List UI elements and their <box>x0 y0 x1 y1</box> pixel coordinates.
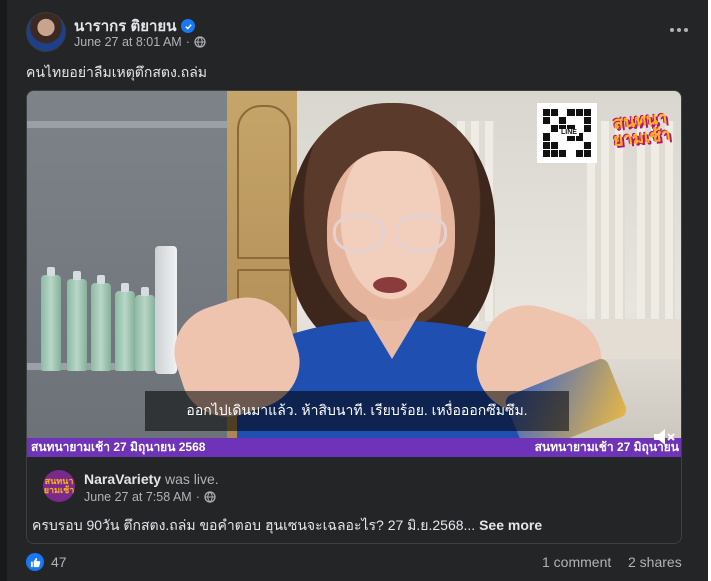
shares-link[interactable]: 2 shares <box>628 554 682 570</box>
live-description: ครบรอบ 90วัน ตึกสตง.ถล่ม ขอคำตอบ ฮุนเซนจ… <box>32 515 542 537</box>
video-bottle <box>135 287 155 371</box>
comments-link[interactable]: 1 comment <box>542 554 611 570</box>
video-player[interactable]: LINE สนทนา ยามเช้า ออกไปเดินมาแล้ว. ห้าส… <box>27 91 681 457</box>
page-avatar[interactable]: สนทนา ยามเช้า <box>43 470 75 502</box>
shared-live-post[interactable]: LINE สนทนา ยามเช้า ออกไปเดินมาแล้ว. ห้าส… <box>26 90 682 544</box>
post-card: นารากร ติยายน June 27 at 8:01 AM · คนไทย… <box>7 0 708 581</box>
post-caption: คนไทยอย่าลืมเหตุตึกสตง.ถล่ม <box>26 64 208 80</box>
post-meta: June 27 at 8:01 AM · <box>74 35 206 49</box>
subtitle-text: ออกไปเดินมาแล้ว. ห้าสิบนาที. เรียบร้อย. … <box>186 402 528 418</box>
live-timestamp[interactable]: June 27 at 7:58 AM <box>84 490 192 504</box>
post-header: นารากร ติยายน June 27 at 8:01 AM · <box>26 12 696 54</box>
live-headline: NaraVariety was live. <box>84 471 219 487</box>
live-meta: June 27 at 7:58 AM · <box>84 490 216 504</box>
like-icon[interactable] <box>26 553 44 571</box>
see-more-link[interactable]: See more <box>479 517 542 533</box>
page-edge <box>0 0 7 581</box>
verified-badge-icon <box>181 19 196 33</box>
meta-separator: · <box>185 35 190 49</box>
video-bottle <box>41 267 61 371</box>
show-logo-text: สนทนา ยามเช้า <box>612 108 672 150</box>
video-bottle <box>115 283 135 371</box>
post-footer: 47 1 comment 2 shares <box>26 552 690 574</box>
show-logo: สนทนา ยามเช้า <box>604 98 677 161</box>
meta-separator: · <box>195 490 200 504</box>
more-options-icon[interactable] <box>666 20 692 40</box>
author-avatar[interactable] <box>26 12 66 52</box>
video-bottle <box>91 275 111 371</box>
globe-icon <box>194 36 206 48</box>
reaction-count[interactable]: 47 <box>51 554 67 570</box>
post-timestamp[interactable]: June 27 at 8:01 AM <box>74 35 182 49</box>
video-ticker: สนทนายามเช้า 27 มิถุนายน 2568 สนทนายามเช… <box>27 438 681 457</box>
page-avatar-text: สนทนา ยามเช้า <box>43 476 75 495</box>
live-info: สนทนา ยามเช้า NaraVariety was live. June… <box>27 457 681 543</box>
video-glasses-left <box>333 215 385 253</box>
video-person-mouth <box>373 277 407 293</box>
ticker-text-left: สนทนายามเช้า 27 มิถุนายน 2568 <box>31 440 206 454</box>
qr-line-label: LINE <box>559 129 579 136</box>
video-shelf <box>27 121 227 128</box>
video-subtitle: ออกไปเดินมาแล้ว. ห้าสิบนาที. เรียบร้อย. … <box>145 391 569 431</box>
volume-muted-icon[interactable] <box>651 425 677 449</box>
globe-icon <box>204 491 216 503</box>
live-description-text: ครบรอบ 90วัน ตึกสตง.ถล่ม ขอคำตอบ ฮุนเซนจ… <box>32 517 480 533</box>
live-status: was live. <box>164 471 219 487</box>
video-glasses-right <box>395 215 447 253</box>
page-name[interactable]: NaraVariety <box>84 471 161 487</box>
video-bottle <box>67 271 87 371</box>
